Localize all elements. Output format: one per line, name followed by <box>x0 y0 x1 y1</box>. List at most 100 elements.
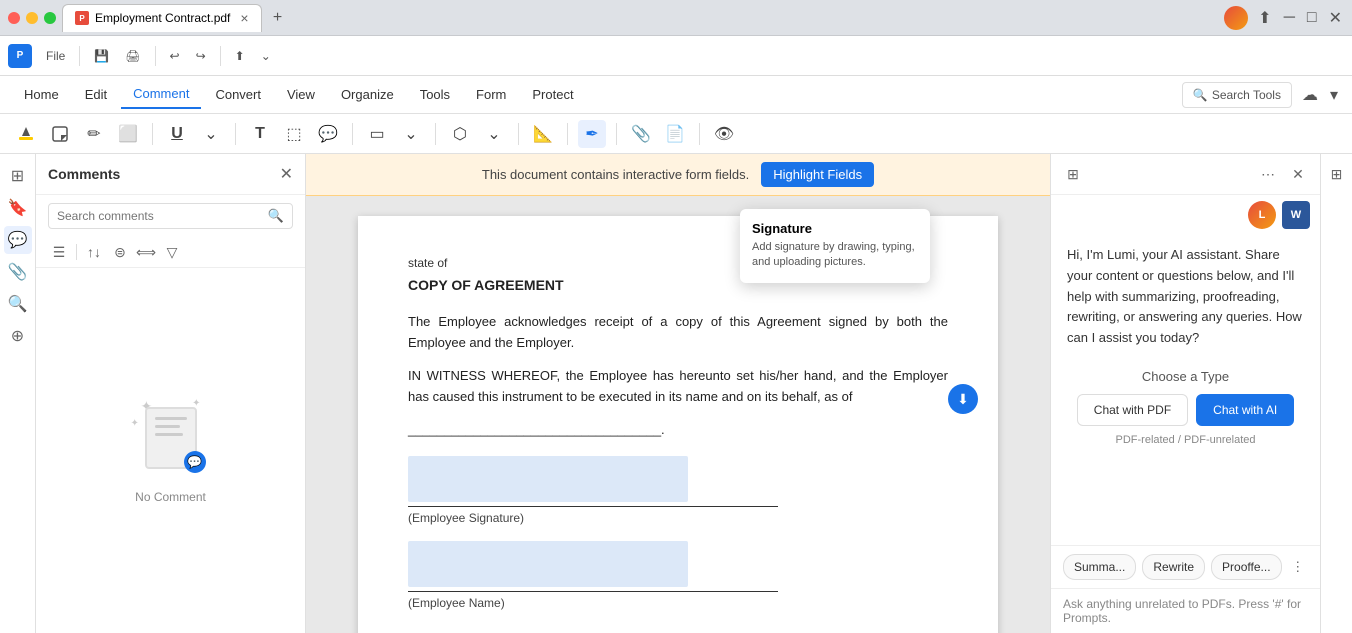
left-icon-comment[interactable]: 💬 <box>4 226 32 254</box>
file-menu-btn[interactable]: File <box>40 45 71 67</box>
para2: IN WITNESS WHEREOF, the Employee has her… <box>408 366 948 408</box>
browser-restore-icon[interactable]: □ <box>1305 7 1319 29</box>
browser-close-icon[interactable]: ✕ <box>1327 6 1344 30</box>
proofread-btn[interactable]: Prooffe... <box>1211 554 1281 580</box>
browser-minimize-icon[interactable]: ─ <box>1282 7 1297 29</box>
employee-sig-field[interactable] <box>408 456 688 502</box>
measure-btn[interactable]: 📐 <box>529 120 557 148</box>
menu-organize[interactable]: Organize <box>329 81 406 108</box>
filter-sort-icon[interactable]: ⊜ <box>109 241 131 263</box>
text-tool-btn[interactable]: T <box>246 120 274 148</box>
chat-with-pdf-btn[interactable]: Chat with PDF <box>1077 394 1188 426</box>
undo-btn[interactable]: ↩ <box>164 45 186 67</box>
highlight-fields-btn[interactable]: Highlight Fields <box>761 162 874 187</box>
notification-text: This document contains interactive form … <box>482 167 749 182</box>
left-icon-thumb[interactable]: ⊞ <box>4 162 32 190</box>
left-icon-bookmark[interactable]: 🔖 <box>4 194 32 222</box>
tab-close-btn[interactable]: × <box>240 10 248 26</box>
comments-search-box[interactable]: 🔍 <box>48 203 293 229</box>
ai-input-area[interactable]: Ask anything unrelated to PDFs. Press '#… <box>1051 588 1320 633</box>
menu-tools[interactable]: Tools <box>408 81 462 108</box>
close-window-btn[interactable] <box>8 12 20 24</box>
chat-with-ai-btn[interactable]: Chat with AI <box>1196 394 1294 426</box>
menu-protect[interactable]: Protect <box>520 81 585 108</box>
type-buttons-row: Chat with PDF Chat with AI <box>1067 394 1304 426</box>
stamp-more-btn[interactable]: ⌄ <box>480 120 508 148</box>
comments-close-btn[interactable]: ✕ <box>280 164 293 184</box>
pdf-text-content: COPY OF AGREEMENT The Employee acknowled… <box>408 274 948 440</box>
caret-btn[interactable]: ⌄ <box>197 120 225 148</box>
quick-actions-more-btn[interactable]: ⋮ <box>1288 555 1308 579</box>
menu-convert[interactable]: Convert <box>203 81 273 108</box>
underline-tool-btn[interactable]: U <box>163 120 191 148</box>
menu-home[interactable]: Home <box>12 81 71 108</box>
main-area: ⊞ 🔖 💬 📎 🔍 ⊕ Comments ✕ 🔍 ☰ ↑↓ ⊜ ⟺ ▽ <box>0 154 1352 633</box>
collapse-btn[interactable]: ▾ <box>1328 83 1340 107</box>
right-edge-panel: ⊞ <box>1320 154 1352 633</box>
search-comments-input[interactable] <box>57 209 262 223</box>
more-toolbar-btn[interactable]: ⌄ <box>255 45 277 67</box>
pencil-tool-btn[interactable]: ✏ <box>80 120 108 148</box>
signature-btn[interactable]: ✒ <box>578 120 606 148</box>
menu-view[interactable]: View <box>275 81 327 108</box>
comment-toolbar: ✏ ⬜ U ⌄ T ⬚ 💬 ▭ ⌄ ⬡ ⌄ 📐 ✒ 📎 📄 👁 <box>0 114 1352 154</box>
sig-tooltip-description: Add signature by drawing, typing, and up… <box>752 240 918 271</box>
print-btn[interactable]: 🖨 <box>119 45 146 67</box>
filter-sort-asc-icon[interactable]: ↑↓ <box>83 241 105 263</box>
text-field-btn[interactable]: 📄 <box>661 120 689 148</box>
ai-input-placeholder: Ask anything unrelated to PDFs. Press '#… <box>1063 597 1301 625</box>
menu-form[interactable]: Form <box>464 81 518 108</box>
save-btn[interactable]: 💾 <box>88 45 115 67</box>
shape-more-btn[interactable]: ⌄ <box>397 120 425 148</box>
search-comments-icon[interactable]: 🔍 <box>268 208 284 224</box>
attachment-btn[interactable]: 📎 <box>627 120 655 148</box>
ai-panel-more-icon[interactable]: ⋯ <box>1256 162 1280 186</box>
ai-greeting-area: Hi, I'm Lumi, your AI assistant. Share y… <box>1051 229 1320 545</box>
ctool-sep-2 <box>235 123 236 145</box>
callout-btn[interactable]: 💬 <box>314 120 342 148</box>
window-controls <box>8 12 56 24</box>
pdf-area: This document contains interactive form … <box>306 154 1050 633</box>
shape-tool-btn[interactable]: ▭ <box>363 120 391 148</box>
right-edge-filter-icon[interactable]: ⊞ <box>1325 162 1349 186</box>
doc-line-3 <box>155 433 184 436</box>
eye-btn[interactable]: 👁 <box>710 120 738 148</box>
rewrite-btn[interactable]: Rewrite <box>1142 554 1205 580</box>
filter-list-icon[interactable]: ☰ <box>48 241 70 263</box>
para1: The Employee acknowledges receipt of a c… <box>408 312 948 354</box>
left-icon-search[interactable]: 🔍 <box>4 290 32 318</box>
maximize-window-btn[interactable] <box>44 12 56 24</box>
left-icon-layers[interactable]: ⊕ <box>4 322 32 350</box>
cloud-btn[interactable]: ☁ <box>1300 83 1320 107</box>
pdf-tab-icon: P <box>75 11 89 25</box>
search-tools-btn[interactable]: 🔍 Search Tools <box>1182 82 1292 108</box>
active-tab[interactable]: P Employment Contract.pdf × <box>62 4 262 32</box>
left-icon-paperclip[interactable]: 📎 <box>4 258 32 286</box>
filter-funnel-icon[interactable]: ▽ <box>161 241 183 263</box>
upload-avatar-btn[interactable]: ⬇ <box>948 384 978 414</box>
employee-name-field[interactable] <box>408 541 688 587</box>
menu-edit[interactable]: Edit <box>73 81 119 108</box>
sticky-note-btn[interactable] <box>46 120 74 148</box>
stamp-btn[interactable]: ⬡ <box>446 120 474 148</box>
minimize-window-btn[interactable] <box>26 12 38 24</box>
user-avatar[interactable] <box>1224 6 1248 30</box>
redo-btn[interactable]: ↪ <box>190 45 212 67</box>
left-sidebar-icons: ⊞ 🔖 💬 📎 🔍 ⊕ <box>0 154 36 633</box>
ai-panel-settings-icon[interactable]: ⊞ <box>1061 162 1085 186</box>
new-tab-btn[interactable]: + <box>266 6 290 30</box>
comments-title: Comments <box>48 166 120 182</box>
upload-btn[interactable]: ⬆ <box>229 45 251 67</box>
highlight-tool-btn[interactable] <box>12 120 40 148</box>
summarize-btn[interactable]: Summa... <box>1063 554 1136 580</box>
eraser-tool-btn[interactable]: ⬜ <box>114 120 142 148</box>
line-blank: ___________________________________. <box>408 420 948 441</box>
browser-share-icon[interactable]: ⬆ <box>1256 6 1273 30</box>
ai-header-left-icons: ⊞ <box>1061 162 1085 186</box>
text-box-btn[interactable]: ⬚ <box>280 120 308 148</box>
ctool-sep-3 <box>352 123 353 145</box>
ai-panel-close-icon[interactable]: ✕ <box>1286 162 1310 186</box>
filter-expand-icon[interactable]: ⟺ <box>135 241 157 263</box>
sig-area: (Employee Signature) (Employee Name) <box>408 456 948 610</box>
menu-comment[interactable]: Comment <box>121 80 201 109</box>
